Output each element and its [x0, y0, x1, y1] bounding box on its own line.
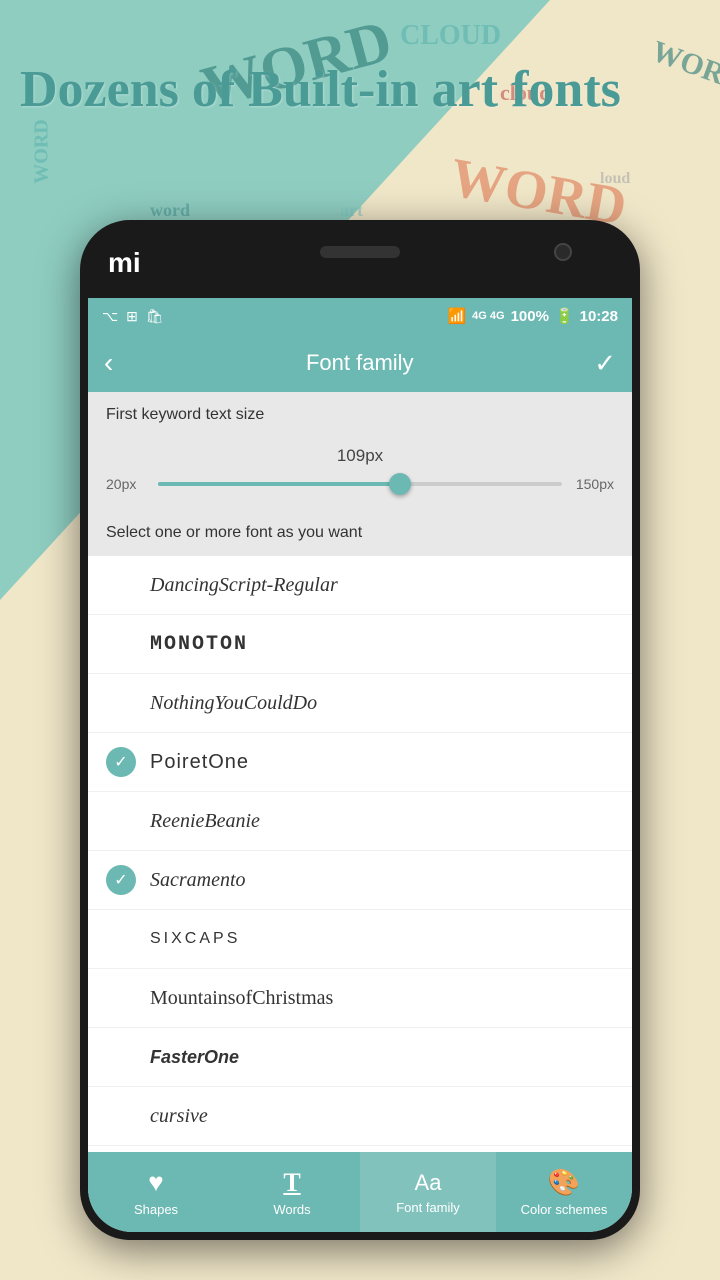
bg-title: Dozens of Built-in art fonts [20, 60, 621, 120]
check-indicator [106, 806, 136, 836]
check-indicator-selected: ✓ [106, 865, 136, 895]
list-item[interactable]: ✓ Sacramento [88, 851, 632, 910]
list-item[interactable]: NothingYouCouldDo [88, 674, 632, 733]
font-name: PoiretOne [150, 751, 249, 774]
nav-item-colorschemes[interactable]: 🎨 Color schemes [496, 1152, 632, 1232]
slider-section: 109px 20px 150px [88, 438, 632, 510]
mi-logo: mi [108, 247, 141, 279]
status-bar: ⌥ ⊞ 🛍 📶 4G 4G 100% 🔋 10:28 [88, 298, 632, 334]
slider-min: 20px [106, 476, 146, 492]
phone-inner: mi ⌥ ⊞ 🛍 📶 4G 4G 100% 🔋 10:28 [88, 228, 632, 1232]
font-list: DancingScript-Regular MONOTON NothingYou… [88, 556, 632, 1152]
nav-item-fontfamily[interactable]: Aa Font family [360, 1152, 496, 1232]
slider-row: 20px 150px [106, 476, 614, 492]
list-item[interactable]: MONOTON [88, 615, 632, 674]
colorschemes-icon: 🎨 [548, 1167, 580, 1198]
check-indicator [106, 629, 136, 659]
fontfamily-icon: Aa [415, 1170, 442, 1196]
check-indicator [106, 1101, 136, 1131]
list-item[interactable]: SixCaps [88, 910, 632, 969]
check-indicator [106, 688, 136, 718]
shapes-icon: ♥ [148, 1167, 163, 1198]
nav-item-shapes[interactable]: ♥ Shapes [88, 1152, 224, 1232]
keyword-size-label: First keyword text size [88, 392, 632, 438]
screen: ⌥ ⊞ 🛍 📶 4G 4G 100% 🔋 10:28 ‹ Font family… [88, 298, 632, 1232]
shop-icon: 🛍 [146, 308, 164, 325]
font-name: MONOTON [150, 633, 248, 656]
words-icon: T [283, 1168, 300, 1198]
font-name: Sacramento [150, 869, 246, 892]
list-item[interactable]: FasterOne [88, 1028, 632, 1087]
slider-thumb[interactable] [389, 473, 411, 495]
app-bar: ‹ Font family ✓ [88, 334, 632, 392]
check-indicator [106, 924, 136, 954]
font-name: ReenieBeanie [150, 810, 260, 833]
phone-camera [554, 243, 572, 261]
clock: 10:28 [580, 308, 618, 325]
bg-word: WORD [647, 34, 720, 99]
phone-speaker [320, 246, 400, 258]
usb-icon: ⌥ [102, 308, 118, 325]
nav-label-fontfamily: Font family [396, 1200, 460, 1215]
bg-word: CLOUD [400, 20, 501, 52]
network-icons: 4G 4G [472, 310, 504, 322]
bg-word: art [340, 200, 363, 221]
confirm-button[interactable]: ✓ [594, 348, 616, 379]
nav-label-colorschemes: Color schemes [521, 1202, 608, 1217]
check-indicator [106, 983, 136, 1013]
slider-value: 109px [106, 446, 614, 466]
list-item[interactable]: ReenieBeanie [88, 792, 632, 851]
check-indicator [106, 570, 136, 600]
app-bar-title: Font family [125, 350, 594, 376]
status-icons-left: ⌥ ⊞ 🛍 [102, 308, 164, 325]
battery-icon: 🔋 [555, 307, 574, 325]
font-name: NothingYouCouldDo [150, 692, 317, 715]
font-name: MountainsofChristmas [150, 987, 333, 1010]
list-item[interactable]: MountainsofChristmas [88, 969, 632, 1028]
font-name: SixCaps [150, 930, 240, 948]
status-right: 📶 4G 4G 100% 🔋 10:28 [447, 307, 618, 325]
nav-label-shapes: Shapes [134, 1202, 178, 1217]
check-indicator [106, 1042, 136, 1072]
slider-track[interactable] [158, 482, 562, 486]
phone-frame: mi ⌥ ⊞ 🛍 📶 4G 4G 100% 🔋 10:28 [80, 220, 640, 1240]
bottom-nav: ♥ Shapes T Words Aa Font family 🎨 Color … [88, 1152, 632, 1232]
bg-word: loud [600, 170, 630, 188]
slider-max: 150px [574, 476, 614, 492]
slider-fill [158, 482, 400, 486]
list-item[interactable]: DancingScript-Regular [88, 556, 632, 615]
font-name: DancingScript-Regular [150, 574, 338, 597]
nav-item-words[interactable]: T Words [224, 1152, 360, 1232]
font-select-header: Select one or more font as you want [88, 510, 632, 556]
check-indicator-selected: ✓ [106, 747, 136, 777]
list-item[interactable]: cursive [88, 1087, 632, 1146]
wifi-icon: 📶 [447, 307, 466, 325]
nav-label-words: Words [273, 1202, 310, 1217]
bg-word: WORD [31, 119, 54, 183]
font-name: FasterOne [150, 1047, 239, 1068]
list-item[interactable]: ✓ PoiretOne [88, 733, 632, 792]
sync-icon: ⊞ [126, 308, 138, 325]
font-name: cursive [150, 1105, 208, 1128]
phone-top-bar: mi [88, 228, 632, 298]
content-area: First keyword text size 109px 20px 150px… [88, 392, 632, 1152]
battery-percent: 100% [511, 308, 549, 325]
back-button[interactable]: ‹ [104, 347, 113, 379]
bg-word: word [150, 200, 190, 221]
